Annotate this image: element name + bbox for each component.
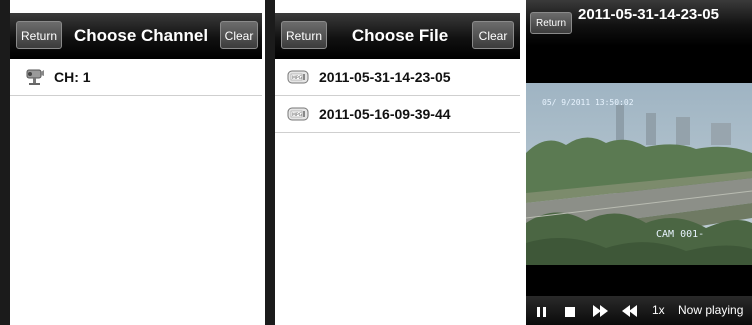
svg-text:MPG: MPG [292, 75, 303, 81]
channel-label: CH: 1 [54, 69, 91, 85]
device-frame-middle [265, 0, 275, 325]
page-title: Choose File [351, 26, 449, 45]
return-button[interactable]: Return [530, 12, 572, 34]
status-label: Now playing [678, 303, 744, 317]
page-title: Choose Channel [73, 26, 209, 45]
video-title: 2011-05-31-14-23-05 [578, 6, 719, 23]
channel-header: Return Choose Channel Clear [10, 13, 262, 59]
clear-button[interactable]: Clear [472, 21, 514, 49]
player-screen: Return 2011-05-31-14-23-05 05/ 9/2011 13… [526, 0, 752, 325]
file-list-item[interactable]: MPG 2011-05-31-14-23-05 [275, 59, 520, 96]
file-list-item[interactable]: MPG 2011-05-16-09-39-44 [275, 96, 520, 133]
file-label: 2011-05-31-14-23-05 [319, 69, 451, 85]
playback-controls: 1x Now playing [526, 296, 752, 325]
speed-label[interactable]: 1x [652, 296, 665, 325]
svg-text:MPG: MPG [292, 112, 303, 118]
cctv-camera-icon [24, 67, 46, 87]
fast-forward-icon[interactable] [592, 303, 610, 319]
channel-list-item[interactable]: CH: 1 [10, 59, 262, 96]
stop-icon[interactable] [564, 305, 576, 317]
video-timestamp-overlay: 05/ 9/2011 13:50:02 [542, 98, 634, 107]
clear-button[interactable]: Clear [220, 21, 258, 49]
video-frame[interactable]: 05/ 9/2011 13:50:02 CAM 001- [526, 83, 752, 265]
mpg-file-icon: MPG [287, 104, 309, 124]
return-button[interactable]: Return [281, 21, 327, 49]
return-button[interactable]: Return [16, 21, 62, 49]
player-header: Return 2011-05-31-14-23-05 [526, 0, 752, 46]
video-scene-image [526, 83, 752, 265]
mpg-file-icon: MPG [287, 67, 309, 87]
rewind-icon[interactable] [620, 303, 638, 319]
channel-screen: Return Choose Channel Clear CH: 1 [10, 13, 262, 325]
file-screen: Return Choose File Clear MPG 2011-05-31-… [275, 13, 520, 325]
file-header: Return Choose File Clear [275, 13, 520, 59]
file-label: 2011-05-16-09-39-44 [319, 106, 451, 122]
device-frame-left [0, 0, 10, 325]
pause-icon[interactable] [536, 305, 548, 317]
video-camera-overlay: CAM 001- [656, 229, 705, 240]
